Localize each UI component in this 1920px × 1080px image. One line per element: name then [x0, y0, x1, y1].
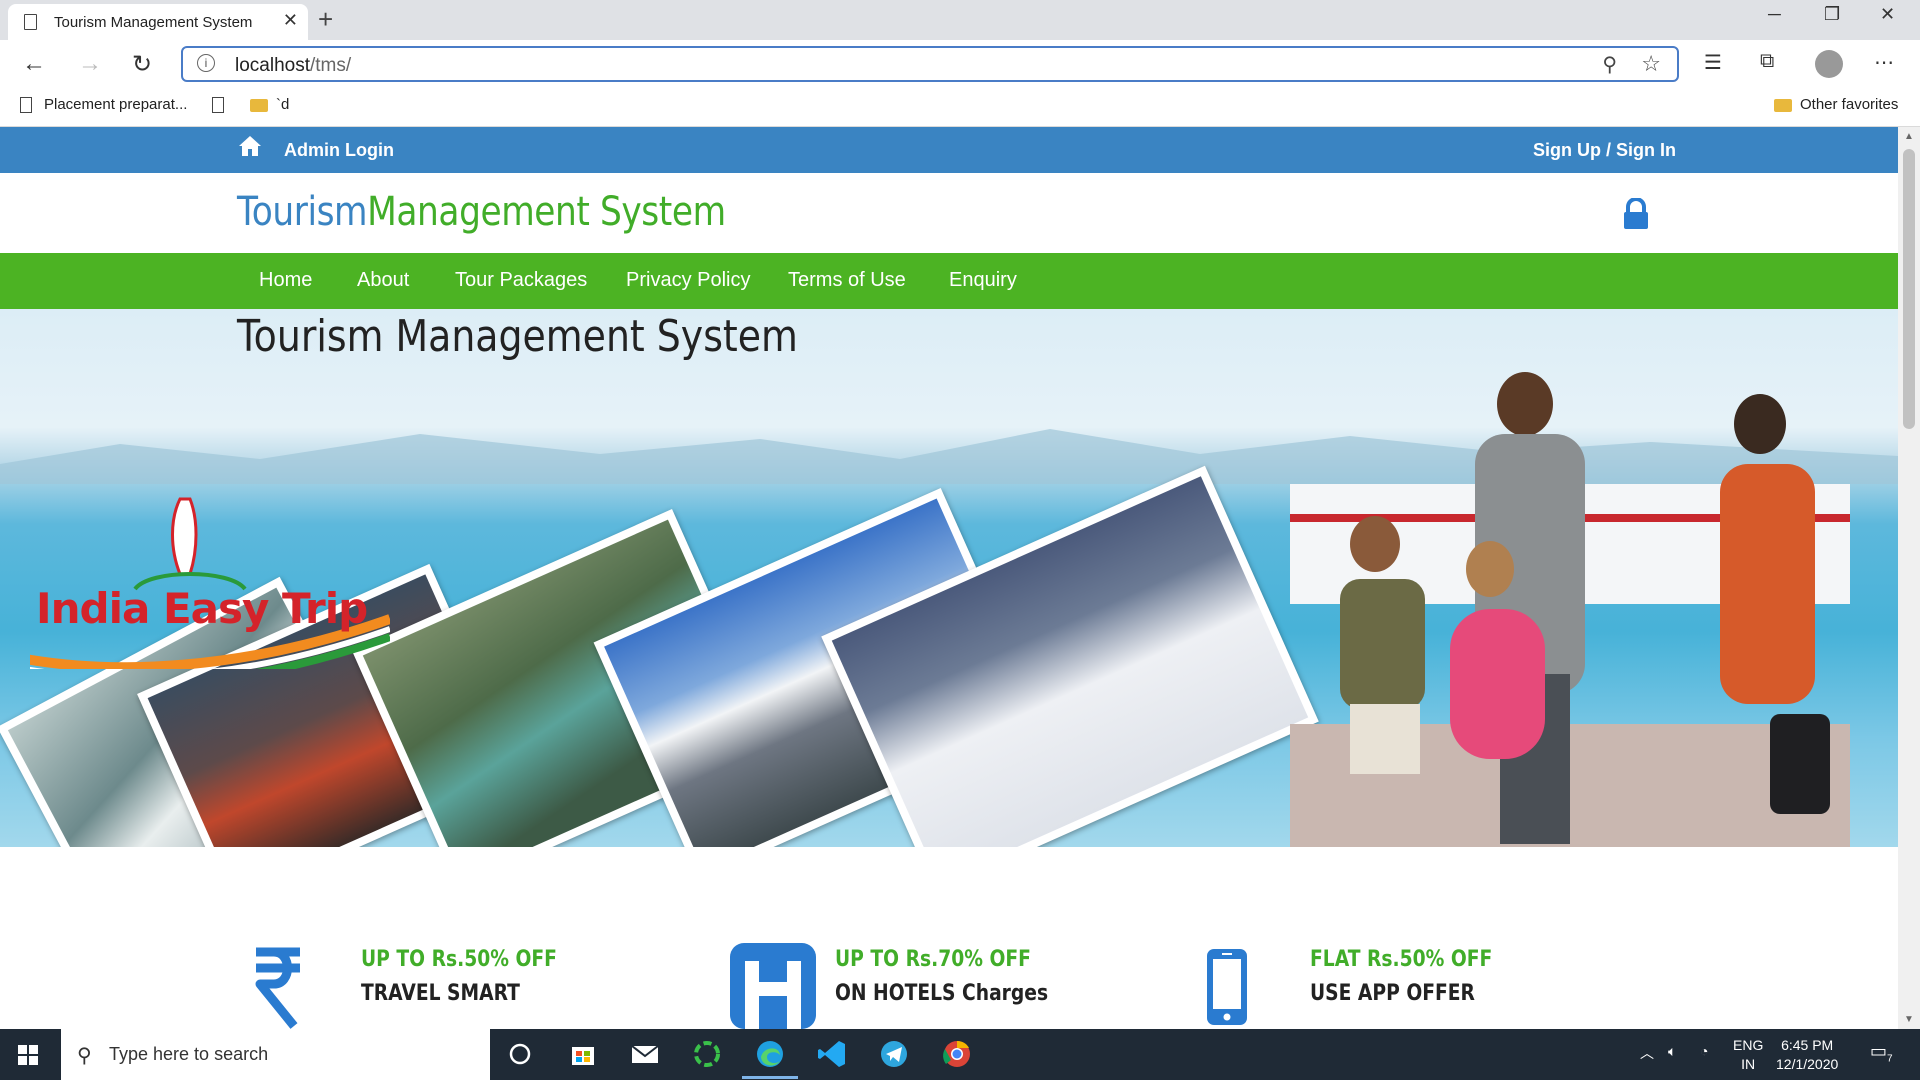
scroll-up-icon[interactable]: ▲	[1904, 131, 1914, 142]
folder-icon	[1774, 98, 1792, 112]
favorite-item[interactable]	[212, 96, 236, 114]
search-placeholder: Type here to search	[109, 1044, 269, 1064]
minimize-icon[interactable]: ─	[1768, 4, 1781, 25]
notifications-icon[interactable]: ▭7	[1870, 1041, 1893, 1065]
url-input[interactable]: i localhost/tms/ ⚲ ☆	[181, 46, 1679, 82]
key-icon[interactable]: ⚲	[1602, 52, 1617, 77]
feature-subtitle: ON HOTELS Charges	[835, 981, 1049, 1006]
folder-icon	[250, 98, 268, 112]
mobile-icon	[1207, 949, 1247, 1025]
favorites-bar: Placement preparat... `d Other favorites	[0, 88, 1920, 127]
nav-home[interactable]: Home	[259, 269, 312, 292]
refresh-icon[interactable]: ↻	[132, 50, 152, 79]
nav-tour-packages[interactable]: Tour Packages	[455, 269, 587, 292]
site-logo-text[interactable]: TourismManagement System	[237, 189, 726, 235]
close-window-icon[interactable]: ✕	[1880, 4, 1895, 25]
brand-bar: TourismManagement System	[0, 173, 1898, 253]
logo-text: India Easy Trip	[36, 584, 368, 633]
taskbar-search-box[interactable]: ⚲ Type here to search	[61, 1029, 490, 1080]
url-path: /tms/	[310, 55, 352, 76]
hero-title: Tourism Management System	[237, 311, 798, 362]
cortana-icon[interactable]	[503, 1037, 537, 1071]
language-indicator[interactable]: ENG IN	[1733, 1036, 1763, 1074]
forward-icon[interactable]: →	[78, 50, 102, 78]
nav-about[interactable]: About	[357, 269, 409, 292]
favorites-list-icon[interactable]: ☰	[1704, 50, 1722, 75]
hero-banner: Tourism Management System India Easy Tri…	[0, 309, 1898, 847]
favorite-folder[interactable]: `d	[250, 96, 289, 113]
active-app-indicator	[742, 1076, 798, 1079]
nav-terms-of-use[interactable]: Terms of Use	[788, 269, 906, 292]
signup-signin-link[interactable]: Sign Up / Sign In	[1533, 140, 1676, 161]
hotel-icon	[730, 943, 816, 1029]
feature-subtitle: USE APP OFFER	[1310, 981, 1475, 1006]
restore-icon[interactable]: ❐	[1824, 4, 1840, 25]
nav-enquiry[interactable]: Enquiry	[949, 269, 1017, 292]
scrollbar-thumb[interactable]	[1903, 149, 1915, 429]
back-icon[interactable]: ←	[22, 50, 46, 78]
feature-title: FLAT Rs.50% OFF	[1310, 947, 1493, 972]
page-icon	[20, 97, 32, 114]
telegram-icon[interactable]	[877, 1037, 911, 1071]
family-photo	[1290, 372, 1850, 847]
page-icon	[24, 14, 37, 30]
more-menu-icon[interactable]: ⋯	[1874, 50, 1894, 75]
taskbar-clock[interactable]: 6:45 PM 12/1/2020	[1776, 1036, 1838, 1074]
scroll-down-icon[interactable]: ▼	[1904, 1014, 1914, 1025]
edge-icon[interactable]	[753, 1037, 787, 1071]
address-bar-row: ← → ↻ i localhost/tms/ ⚲ ☆ ☰ ⧉ ⋯	[0, 40, 1920, 88]
chrome-icon[interactable]	[940, 1037, 974, 1071]
info-icon[interactable]: i	[197, 54, 215, 72]
collections-icon[interactable]: ⧉	[1760, 50, 1774, 73]
feature-subtitle: TRAVEL SMART	[361, 981, 520, 1006]
store-icon[interactable]	[566, 1037, 600, 1071]
url-host: localhost	[235, 55, 310, 76]
page-icon	[212, 97, 224, 114]
tab-title: Tourism Management System	[54, 14, 253, 31]
top-header-bar: Admin Login Sign Up / Sign In	[0, 127, 1898, 173]
lock-icon[interactable]	[1622, 198, 1650, 230]
main-navigation: Home About Tour Packages Privacy Policy …	[0, 253, 1898, 309]
search-icon: ⚲	[77, 1045, 92, 1067]
windows-start-icon[interactable]	[18, 1045, 38, 1065]
browser-tab[interactable]: Tourism Management System ✕	[8, 4, 308, 40]
home-icon[interactable]	[238, 135, 262, 157]
web-page: Admin Login Sign Up / Sign In TourismMan…	[0, 127, 1898, 1029]
new-tab-icon[interactable]: +	[318, 4, 333, 34]
show-hidden-icons[interactable]: ︿	[1640, 1043, 1654, 1063]
rupee-icon	[255, 947, 300, 1029]
nav-privacy-policy[interactable]: Privacy Policy	[626, 269, 750, 292]
favorite-item[interactable]: Placement preparat...	[20, 96, 187, 114]
sync-app-icon[interactable]	[690, 1037, 724, 1071]
windows-taskbar: ⚲ Type here to search ︿ 🔈︎ ◔ ENG IN 6:45…	[0, 1029, 1920, 1080]
namaste-icon	[30, 497, 390, 669]
other-favorites[interactable]: Other favorites	[1774, 96, 1898, 113]
browser-tab-bar: Tourism Management System ✕ + ─ ❐ ✕	[0, 0, 1920, 40]
close-tab-icon[interactable]: ✕	[283, 10, 298, 31]
vscode-icon[interactable]	[815, 1037, 849, 1071]
features-section: UP TO Rs.50% OFF TRAVEL SMART UP TO Rs.7…	[0, 847, 1898, 1029]
volume-muted-icon[interactable]: 🔈︎	[1668, 1043, 1676, 1060]
network-icon[interactable]: ◔	[1700, 1043, 1708, 1059]
india-easy-trip-logo: India Easy Trip	[30, 479, 390, 669]
feature-title: UP TO Rs.50% OFF	[361, 947, 557, 972]
page-scrollbar[interactable]: ▲ ▼	[1898, 127, 1920, 1029]
admin-login-link[interactable]: Admin Login	[284, 140, 394, 161]
feature-title: UP TO Rs.70% OFF	[835, 947, 1031, 972]
mail-icon[interactable]	[628, 1037, 662, 1071]
profile-avatar[interactable]	[1815, 50, 1843, 78]
favorite-star-icon[interactable]: ☆	[1641, 51, 1661, 77]
